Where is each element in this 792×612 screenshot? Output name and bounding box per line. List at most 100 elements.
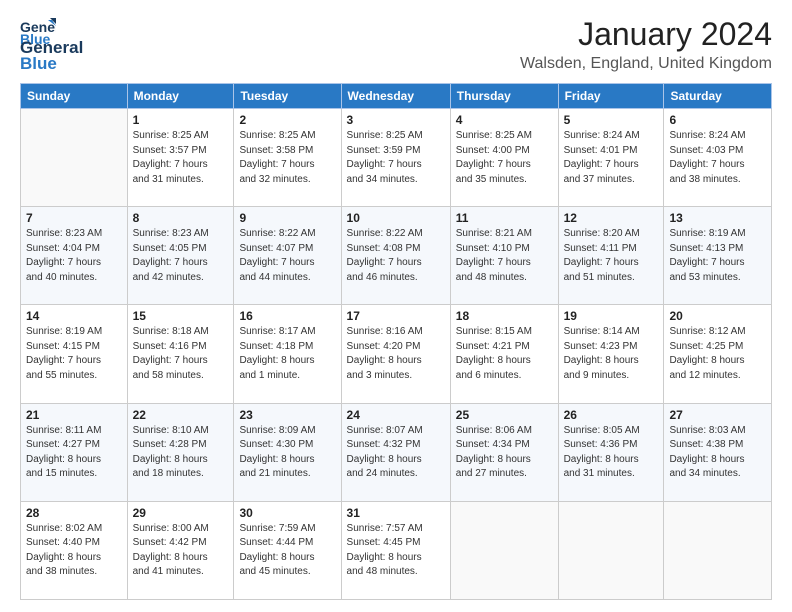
day-number: 12: [564, 211, 659, 225]
header-tuesday: Tuesday: [234, 84, 341, 109]
cell-content: Sunrise: 8:23 AMSunset: 4:05 PMDaylight:…: [133, 227, 229, 285]
logo-blue: Blue: [20, 54, 83, 74]
cell-content: Sunrise: 8:14 AMSunset: 4:23 PMDaylight:…: [564, 325, 659, 383]
table-row: 14Sunrise: 8:19 AMSunset: 4:15 PMDayligh…: [21, 305, 128, 403]
table-row: 30Sunrise: 7:59 AMSunset: 4:44 PMDayligh…: [234, 501, 341, 599]
cell-content: Sunrise: 8:03 AMSunset: 4:38 PMDaylight:…: [669, 424, 766, 482]
header-sunday: Sunday: [21, 84, 128, 109]
day-number: 28: [26, 506, 122, 520]
table-row: 9 Sunrise: 8:22 AMSunset: 4:07 PMDaylight…: [234, 207, 341, 305]
day-number: 15: [133, 309, 229, 323]
header-thursday: Thursday: [450, 84, 558, 109]
day-number: 31: [347, 506, 445, 520]
day-number: 9: [239, 211, 335, 225]
table-row: 19 Sunrise: 8:14 AMSunset: 4:23 PMDayligh…: [558, 305, 664, 403]
table-row: 29 Sunrise: 8:00 AMSunset: 4:42 PMDayligh…: [127, 501, 234, 599]
calendar-page: General Blue General Blue January 2024 W…: [0, 0, 792, 612]
table-row: [21, 109, 128, 207]
table-row: 12 Sunrise: 8:20 AMSunset: 4:11 PMDayligh…: [558, 207, 664, 305]
day-number: 11: [456, 211, 553, 225]
day-number: 29: [133, 506, 229, 520]
cell-content: Sunrise: 8:21 AMSunset: 4:10 PMDaylight:…: [456, 227, 553, 285]
table-row: 2 Sunrise: 8:25 AMSunset: 3:58 PMDaylight…: [234, 109, 341, 207]
day-number: 4: [456, 113, 553, 127]
table-row: 28 Sunrise: 8:02 AMSunset: 4:40 PMDayligh…: [21, 501, 128, 599]
cell-content: Sunrise: 8:05 AMSunset: 4:36 PMDaylight:…: [564, 424, 659, 482]
calendar-week-row: 7 Sunrise: 8:23 AMSunset: 4:04 PMDaylight…: [21, 207, 772, 305]
cell-content: Sunrise: 8:24 AMSunset: 4:03 PMDaylight:…: [669, 129, 766, 187]
table-row: 18Sunrise: 8:15 AMSunset: 4:21 PMDayligh…: [450, 305, 558, 403]
cell-content: Sunrise: 8:00 AMSunset: 4:42 PMDaylight:…: [133, 522, 229, 580]
table-row: 31 Sunrise: 7:57 AMSunset: 4:45 PMDayligh…: [341, 501, 450, 599]
day-number: 5: [564, 113, 659, 127]
day-number: 20: [669, 309, 766, 323]
table-row: 23Sunrise: 8:09 AMSunset: 4:30 PMDayligh…: [234, 403, 341, 501]
cell-content: Sunrise: 8:18 AMSunset: 4:16 PMDaylight:…: [133, 325, 229, 383]
table-row: 27 Sunrise: 8:03 AMSunset: 4:38 PMDayligh…: [664, 403, 772, 501]
table-row: 4 Sunrise: 8:25 AMSunset: 4:00 PMDaylight…: [450, 109, 558, 207]
table-row: [450, 501, 558, 599]
cell-content: Sunrise: 8:02 AMSunset: 4:40 PMDaylight:…: [26, 522, 122, 580]
day-number: 27: [669, 408, 766, 422]
cell-content: Sunrise: 8:22 AMSunset: 4:07 PMDaylight:…: [239, 227, 335, 285]
day-number: 22: [133, 408, 229, 422]
header-wednesday: Wednesday: [341, 84, 450, 109]
cell-content: Sunrise: 8:10 AMSunset: 4:28 PMDaylight:…: [133, 424, 229, 482]
table-row: 26 Sunrise: 8:05 AMSunset: 4:36 PMDayligh…: [558, 403, 664, 501]
table-row: 16 Sunrise: 8:17 AMSunset: 4:18 PMDayligh…: [234, 305, 341, 403]
cell-content: Sunrise: 8:06 AMSunset: 4:34 PMDaylight:…: [456, 424, 553, 482]
cell-content: Sunrise: 7:57 AMSunset: 4:45 PMDaylight:…: [347, 522, 445, 580]
cell-content: Sunrise: 8:22 AMSunset: 4:08 PMDaylight:…: [347, 227, 445, 285]
day-number: 21: [26, 408, 122, 422]
table-row: 5Sunrise: 8:24 AMSunset: 4:01 PMDaylight…: [558, 109, 664, 207]
calendar-table: Sunday Monday Tuesday Wednesday Thursday…: [20, 83, 772, 600]
table-row: 20Sunrise: 8:12 AMSunset: 4:25 PMDayligh…: [664, 305, 772, 403]
table-row: 8Sunrise: 8:23 AMSunset: 4:05 PMDaylight…: [127, 207, 234, 305]
cell-content: Sunrise: 8:19 AMSunset: 4:13 PMDaylight:…: [669, 227, 766, 285]
table-row: [558, 501, 664, 599]
cell-content: Sunrise: 8:07 AMSunset: 4:32 PMDaylight:…: [347, 424, 445, 482]
cell-content: Sunrise: 8:17 AMSunset: 4:18 PMDaylight:…: [239, 325, 335, 383]
table-row: 24Sunrise: 8:07 AMSunset: 4:32 PMDayligh…: [341, 403, 450, 501]
day-number: 10: [347, 211, 445, 225]
day-number: 1: [133, 113, 229, 127]
logo: General Blue General Blue: [20, 16, 83, 73]
table-row: 7 Sunrise: 8:23 AMSunset: 4:04 PMDaylight…: [21, 207, 128, 305]
calendar-week-row: 28 Sunrise: 8:02 AMSunset: 4:40 PMDayligh…: [21, 501, 772, 599]
cell-content: Sunrise: 8:11 AMSunset: 4:27 PMDaylight:…: [26, 424, 122, 482]
day-number: 2: [239, 113, 335, 127]
table-row: 22 Sunrise: 8:10 AMSunset: 4:28 PMDayligh…: [127, 403, 234, 501]
calendar-week-row: 21 Sunrise: 8:11 AMSunset: 4:27 PMDayligh…: [21, 403, 772, 501]
day-number: 6: [669, 113, 766, 127]
header-monday: Monday: [127, 84, 234, 109]
header-saturday: Saturday: [664, 84, 772, 109]
table-row: 17Sunrise: 8:16 AMSunset: 4:20 PMDayligh…: [341, 305, 450, 403]
table-row: 13Sunrise: 8:19 AMSunset: 4:13 PMDayligh…: [664, 207, 772, 305]
table-row: 21 Sunrise: 8:11 AMSunset: 4:27 PMDayligh…: [21, 403, 128, 501]
cell-content: Sunrise: 8:25 AMSunset: 3:58 PMDaylight:…: [239, 129, 335, 187]
day-number: 26: [564, 408, 659, 422]
cell-content: Sunrise: 8:25 AMSunset: 3:57 PMDaylight:…: [133, 129, 229, 187]
day-number: 7: [26, 211, 122, 225]
day-number: 16: [239, 309, 335, 323]
calendar-week-row: 1 Sunrise: 8:25 AMSunset: 3:57 PMDaylight…: [21, 109, 772, 207]
table-row: 25 Sunrise: 8:06 AMSunset: 4:34 PMDayligh…: [450, 403, 558, 501]
cell-content: Sunrise: 8:09 AMSunset: 4:30 PMDaylight:…: [239, 424, 335, 482]
cell-content: Sunrise: 8:20 AMSunset: 4:11 PMDaylight:…: [564, 227, 659, 285]
cell-content: Sunrise: 8:25 AMSunset: 4:00 PMDaylight:…: [456, 129, 553, 187]
cell-content: Sunrise: 8:25 AMSunset: 3:59 PMDaylight:…: [347, 129, 445, 187]
title-block: January 2024 Walsden, England, United Ki…: [520, 16, 772, 73]
table-row: 11 Sunrise: 8:21 AMSunset: 4:10 PMDayligh…: [450, 207, 558, 305]
header-friday: Friday: [558, 84, 664, 109]
table-row: 6 Sunrise: 8:24 AMSunset: 4:03 PMDaylight…: [664, 109, 772, 207]
table-row: [664, 501, 772, 599]
cell-content: Sunrise: 8:23 AMSunset: 4:04 PMDaylight:…: [26, 227, 122, 285]
cell-content: Sunrise: 7:59 AMSunset: 4:44 PMDaylight:…: [239, 522, 335, 580]
day-number: 25: [456, 408, 553, 422]
table-row: 15 Sunrise: 8:18 AMSunset: 4:16 PMDayligh…: [127, 305, 234, 403]
location-title: Walsden, England, United Kingdom: [520, 55, 772, 73]
page-header: General Blue General Blue January 2024 W…: [20, 16, 772, 73]
day-number: 3: [347, 113, 445, 127]
day-number: 19: [564, 309, 659, 323]
calendar-week-row: 14Sunrise: 8:19 AMSunset: 4:15 PMDayligh…: [21, 305, 772, 403]
